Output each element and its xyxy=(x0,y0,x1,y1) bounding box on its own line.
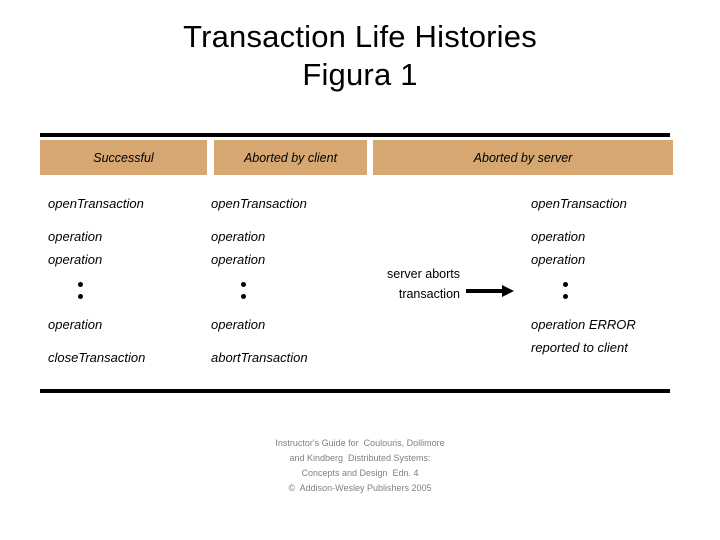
footer-credit-line-1: Instructor's Guide for Coulouris, Dollim… xyxy=(275,438,445,448)
aborted-server-operation-2: operation xyxy=(531,252,586,267)
aborted-server-operation-1: operation xyxy=(531,229,586,244)
column-aborted-by-server: openTransaction operation operation oper… xyxy=(531,192,701,359)
table-header-successful: Successful xyxy=(40,140,207,175)
footer-credit-line-3: Concepts and Design Edn. 4 xyxy=(301,468,419,478)
aborted-client-abort-transaction: abortTransaction xyxy=(211,350,308,365)
successful-operation-2: operation xyxy=(48,252,103,267)
aborted-client-vertical-ellipsis-icon xyxy=(211,271,371,313)
table-header-aborted-by-client-label: Aborted by client xyxy=(243,150,338,165)
page-title-line-2: Figura 1 xyxy=(302,57,418,92)
aborted-server-operation-error: operation ERROR xyxy=(531,317,636,332)
successful-close-transaction: closeTransaction xyxy=(48,350,146,365)
ellipsis-dot-upper xyxy=(78,282,83,287)
ellipsis-dot-lower xyxy=(78,294,83,299)
ellipsis-dot-upper xyxy=(241,282,246,287)
aborted-server-open-transaction: openTransaction xyxy=(531,196,627,211)
footer-credit-line-2: and Kindberg Distributed Systems: xyxy=(289,453,431,463)
table-header-aborted-by-server: Aborted by server xyxy=(373,140,673,175)
aborted-client-operation-3: operation xyxy=(211,317,266,332)
successful-operation-3: operation xyxy=(48,317,103,332)
footer-credit-line-4: © Addison-Wesley Publishers 2005 xyxy=(288,483,432,493)
page-title: Transaction Life Histories Figura 1 xyxy=(0,18,720,94)
successful-open-transaction: openTransaction xyxy=(48,196,144,211)
right-arrow-icon xyxy=(466,285,514,297)
server-aborts-annotation: server aborts transaction xyxy=(360,264,460,304)
aborted-server-reported-to-client: reported to client xyxy=(531,340,628,355)
aborted-client-operation-1: operation xyxy=(211,229,266,244)
aborted-client-operation-2: operation xyxy=(211,252,266,267)
table-bottom-divider xyxy=(40,389,670,393)
page-title-line-1: Transaction Life Histories xyxy=(183,19,537,54)
table-header-aborted-by-client: Aborted by client xyxy=(214,140,367,175)
table-header-aborted-by-server-label: Aborted by server xyxy=(473,150,573,165)
server-aborts-annotation-line-2: transaction xyxy=(398,287,460,301)
column-successful: openTransaction operation operation oper… xyxy=(48,192,208,369)
successful-operation-1: operation xyxy=(48,229,103,244)
aborted-client-open-transaction: openTransaction xyxy=(211,196,307,211)
table-header-successful-label: Successful xyxy=(93,150,154,165)
table-header-row: Successful Aborted by client Aborted by … xyxy=(40,140,673,175)
column-aborted-by-client: openTransaction operation operation oper… xyxy=(211,192,371,369)
ellipsis-dot-lower xyxy=(241,294,246,299)
ellipsis-dot-lower xyxy=(563,294,568,299)
table-top-divider xyxy=(40,133,670,137)
successful-vertical-ellipsis-icon xyxy=(48,271,208,313)
server-aborts-annotation-line-1: server aborts xyxy=(387,267,460,281)
ellipsis-dot-upper xyxy=(563,282,568,287)
footer-credit: Instructor's Guide for Coulouris, Dollim… xyxy=(0,436,720,496)
aborted-server-vertical-ellipsis-icon xyxy=(531,271,701,313)
